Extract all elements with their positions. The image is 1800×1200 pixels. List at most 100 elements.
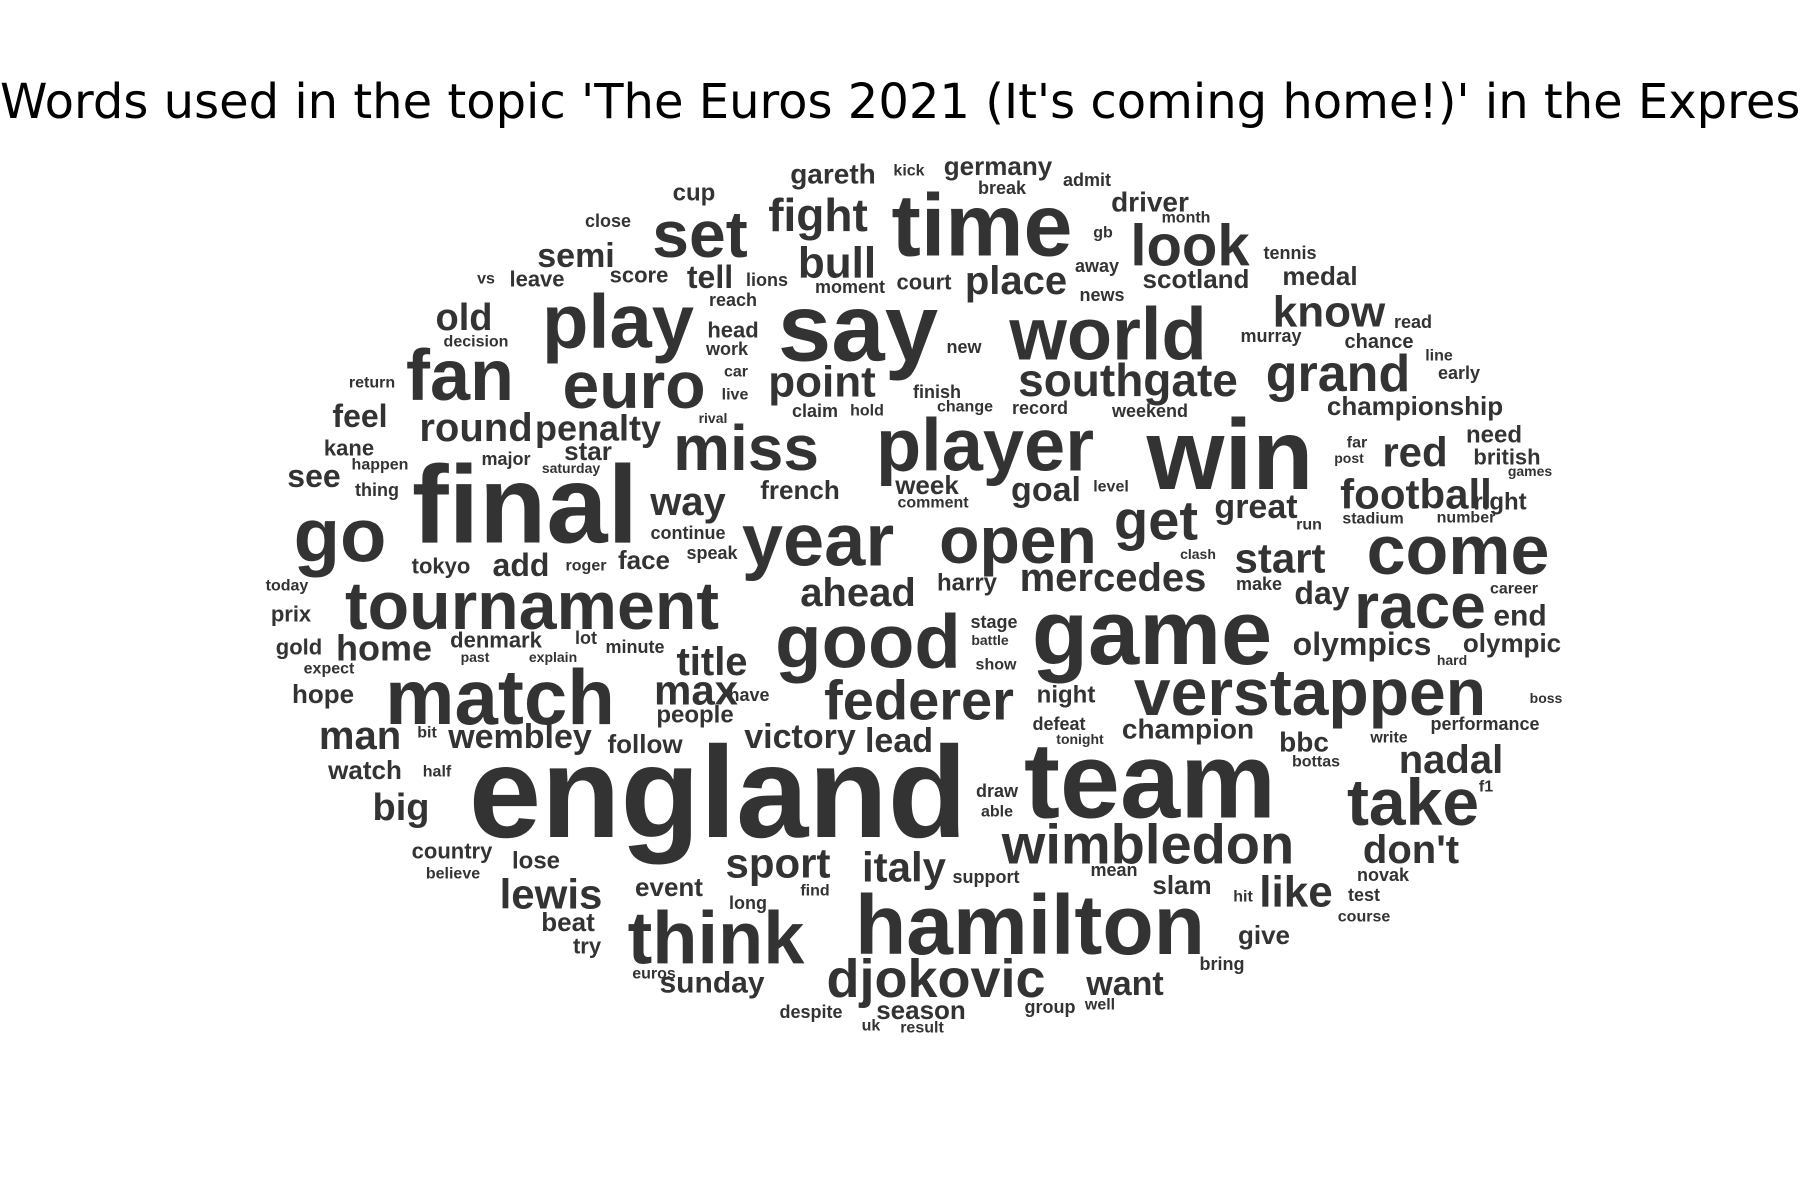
word-novak: novak (1357, 865, 1410, 885)
word-gareth: gareth (790, 159, 876, 190)
word-show: show (976, 657, 1017, 674)
word-french: french (760, 475, 839, 505)
word-test: test (1348, 885, 1380, 905)
word-tonight: tonight (1056, 731, 1104, 747)
word-see: see (287, 458, 340, 494)
word-night: night (1037, 682, 1096, 709)
word-get: get (1114, 489, 1198, 552)
word-end: end (1493, 600, 1546, 633)
word-admit: admit (1063, 170, 1111, 190)
word-fight: fight (768, 189, 868, 241)
word-goal: goal (1011, 471, 1081, 509)
word-lose: lose (512, 848, 560, 875)
word-reach: reach (709, 290, 757, 310)
word-follow: follow (607, 729, 683, 759)
word-past: past (461, 649, 490, 665)
word-kick: kick (893, 163, 924, 180)
word-feel: feel (332, 398, 387, 434)
word-slam: slam (1152, 870, 1211, 900)
word-comment: comment (897, 495, 969, 512)
word-read: read (1394, 312, 1432, 332)
word-bottas: bottas (1292, 754, 1340, 771)
word-performance: performance (1430, 714, 1539, 734)
word-close: close (585, 211, 631, 231)
word-like: like (1259, 868, 1332, 917)
word-f1: f1 (1479, 779, 1493, 796)
word-score: score (610, 263, 669, 288)
word-gb: gb (1093, 225, 1113, 242)
word-championship: championship (1327, 391, 1503, 421)
word-tokyo: tokyo (412, 554, 471, 579)
word-claim: claim (792, 401, 838, 421)
word-continue: continue (651, 523, 726, 543)
word-course: course (1338, 909, 1391, 926)
word-title: title (676, 640, 747, 684)
word-point: point (768, 358, 876, 407)
word-career: career (1490, 581, 1538, 598)
word-work: work (705, 339, 749, 359)
word-find: find (800, 883, 829, 900)
word-way: way (649, 480, 726, 524)
word-stage: stage (970, 612, 1017, 632)
word-explain: explain (529, 649, 577, 665)
word-group: group (1025, 997, 1076, 1017)
word-expect: expect (304, 661, 355, 678)
word-car: car (724, 364, 748, 381)
word-record: record (1012, 398, 1068, 418)
word-support: support (953, 867, 1020, 887)
word-olympic: olympic (1463, 628, 1561, 658)
word-level: level (1093, 479, 1129, 496)
word-germany: germany (944, 151, 1053, 181)
word-olympics: olympics (1293, 626, 1432, 662)
word-try: try (573, 934, 602, 959)
word-cup: cup (673, 180, 716, 207)
word-mercedes: mercedes (1020, 556, 1207, 600)
word-moment: moment (815, 277, 885, 297)
word-result: result (900, 1020, 944, 1037)
word-vs: vs (477, 271, 495, 288)
word-victory: victory (744, 718, 856, 756)
word-miss: miss (673, 412, 819, 484)
word-half: half (423, 764, 452, 781)
word-uk: uk (862, 1018, 881, 1035)
word-red: red (1382, 429, 1447, 476)
word-stadium: stadium (1342, 511, 1403, 528)
word-cloud: england teamwinhamiltonfinalsaytimegamema… (266, 151, 1563, 1037)
word-give: give (1238, 920, 1290, 950)
word-place: place (965, 259, 1067, 303)
word-news: news (1079, 285, 1124, 305)
word-break: break (978, 178, 1027, 198)
word-champion: champion (1122, 714, 1254, 745)
word-thing: thing (355, 480, 399, 500)
word-long: long (729, 893, 767, 913)
word-roger: roger (566, 558, 607, 575)
word-hard: hard (1437, 652, 1467, 668)
word-decision: decision (444, 334, 509, 351)
word-beat: beat (541, 907, 595, 937)
word-wimbledon: wimbledon (1001, 813, 1294, 876)
word-well: well (1084, 997, 1115, 1014)
word-write: write (1369, 730, 1407, 747)
word-hold: hold (850, 403, 884, 420)
word-line: line (1425, 348, 1453, 365)
word-able: able (981, 804, 1013, 821)
word-people: people (656, 702, 733, 729)
word-lot: lot (575, 628, 597, 648)
word-bring: bring (1200, 954, 1245, 974)
word-gold: gold (276, 635, 322, 660)
word-day: day (1294, 575, 1349, 611)
word-harry: harry (937, 570, 998, 597)
word-live: live (722, 387, 749, 404)
word-lions: lions (746, 270, 788, 290)
word-lead: lead (865, 722, 933, 760)
word-mean: mean (1090, 860, 1137, 880)
word-round: round (419, 406, 532, 450)
word-scotland: scotland (1143, 264, 1250, 294)
word-early: early (1438, 363, 1480, 383)
word-bit: bit (417, 725, 437, 742)
word-clash: clash (1180, 546, 1216, 562)
word-add: add (493, 547, 550, 583)
word-year: year (742, 499, 894, 582)
word-speak: speak (686, 543, 738, 563)
word-change: change (937, 399, 993, 416)
